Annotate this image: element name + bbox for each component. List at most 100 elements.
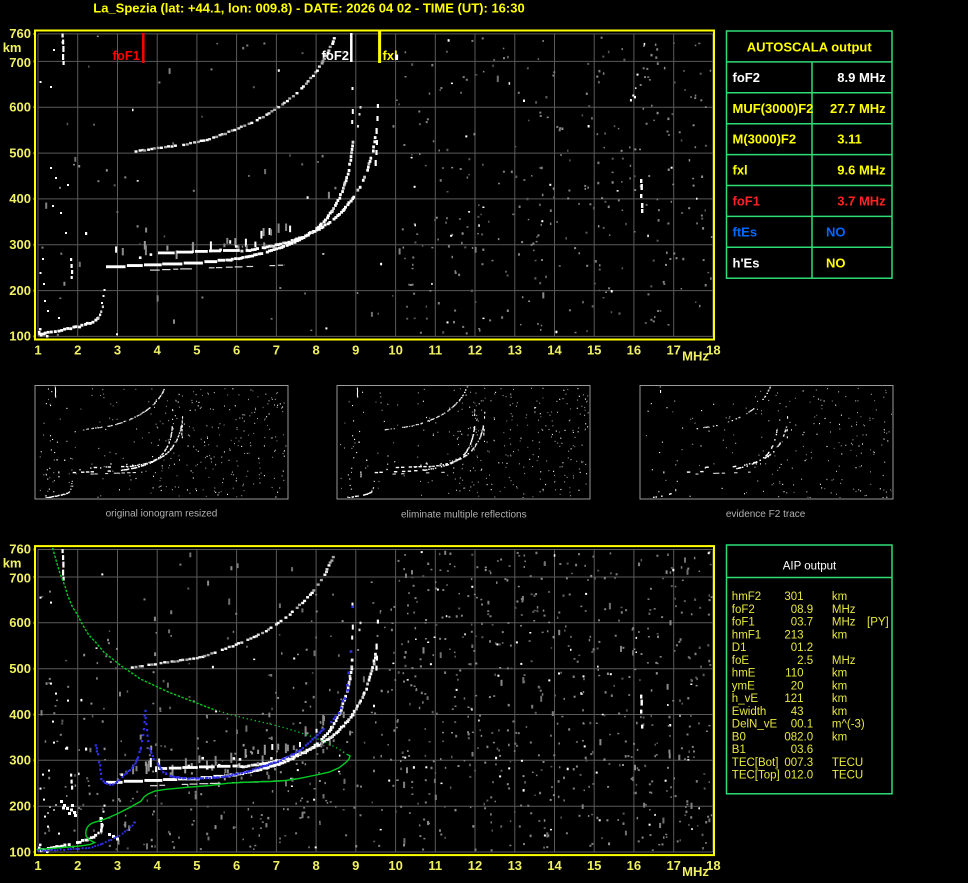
svg-text:hmF2: hmF2	[732, 591, 761, 603]
svg-text:10: 10	[388, 858, 402, 873]
svg-text:[PY]: [PY]	[867, 617, 889, 629]
svg-text:27: 27	[830, 101, 844, 116]
svg-text:M(3000)F2: M(3000)F2	[733, 132, 797, 147]
svg-text:13: 13	[508, 858, 522, 873]
svg-text:DelN_vE: DelN_vE	[732, 719, 778, 731]
svg-text:.0: .0	[804, 770, 814, 782]
svg-text:300: 300	[9, 753, 31, 768]
svg-text:11: 11	[428, 858, 442, 873]
svg-text:3: 3	[837, 132, 844, 147]
svg-text:TECU: TECU	[832, 770, 863, 782]
svg-text:.6: .6	[804, 744, 814, 756]
svg-text:1: 1	[34, 858, 41, 873]
svg-text:7: 7	[273, 343, 280, 358]
svg-text:TEC[Top]: TEC[Top]	[732, 770, 780, 782]
svg-text:16: 16	[627, 858, 641, 873]
svg-text:100: 100	[9, 844, 31, 859]
svg-text:43: 43	[791, 706, 804, 718]
svg-text:17: 17	[666, 343, 680, 358]
svg-text:500: 500	[9, 145, 31, 160]
svg-text:.3: .3	[804, 757, 814, 769]
svg-text:eliminate multiple reflections: eliminate multiple reflections	[401, 510, 527, 521]
svg-text:3: 3	[114, 858, 121, 873]
svg-text:km: km	[3, 556, 22, 571]
svg-text:MHz: MHz	[682, 349, 709, 364]
svg-text:km: km	[832, 591, 847, 603]
svg-text:300: 300	[9, 237, 31, 252]
svg-text:500: 500	[9, 661, 31, 676]
svg-text:100: 100	[9, 329, 31, 344]
svg-text:007: 007	[784, 757, 803, 769]
svg-text:20: 20	[791, 680, 804, 692]
svg-text:5: 5	[193, 343, 200, 358]
svg-text:foF1: foF1	[113, 48, 140, 63]
svg-text:11: 11	[428, 343, 442, 358]
svg-text:600: 600	[9, 615, 31, 630]
svg-text:9: 9	[352, 858, 359, 873]
svg-text:.1: .1	[804, 719, 814, 731]
svg-text:km: km	[832, 706, 847, 718]
svg-text:AIP output: AIP output	[783, 560, 837, 572]
svg-text:NO: NO	[826, 224, 846, 239]
svg-text:.7 MHz: .7 MHz	[845, 101, 887, 116]
svg-text:m^(-3): m^(-3)	[832, 719, 865, 731]
svg-text:.5: .5	[804, 655, 814, 667]
svg-text:400: 400	[9, 191, 31, 206]
svg-text:foF2: foF2	[733, 70, 760, 85]
svg-text:3: 3	[837, 194, 844, 209]
svg-text:7: 7	[273, 858, 280, 873]
svg-text:8: 8	[312, 858, 319, 873]
svg-text:.2: .2	[804, 642, 814, 654]
svg-text:12: 12	[468, 343, 482, 358]
svg-text:.11: .11	[845, 132, 862, 147]
svg-text:700: 700	[9, 571, 31, 586]
svg-text:5: 5	[193, 858, 200, 873]
svg-text:121: 121	[784, 693, 803, 705]
svg-text:evidence F2 trace: evidence F2 trace	[726, 509, 806, 520]
svg-text:3: 3	[114, 343, 121, 358]
svg-text:hmE: hmE	[732, 668, 756, 680]
svg-text:.9 MHz: .9 MHz	[845, 70, 887, 85]
svg-text:foE: foE	[732, 655, 750, 667]
svg-text:h_vE: h_vE	[732, 693, 759, 705]
svg-text:10: 10	[388, 343, 402, 358]
svg-text:8: 8	[837, 70, 844, 85]
svg-text:.7: .7	[804, 617, 814, 629]
svg-text:9: 9	[352, 343, 359, 358]
svg-text:1: 1	[34, 343, 41, 358]
svg-text:MHz: MHz	[832, 617, 856, 629]
svg-text:D1: D1	[732, 642, 747, 654]
svg-text:012: 012	[784, 770, 803, 782]
svg-text:km: km	[832, 680, 847, 692]
svg-text:km: km	[832, 668, 847, 680]
svg-text:4: 4	[154, 343, 162, 358]
svg-text:fxl: fxl	[383, 48, 398, 63]
svg-text:14: 14	[547, 858, 562, 873]
svg-text:AUTOSCALA output: AUTOSCALA output	[747, 39, 873, 54]
svg-text:TECU: TECU	[832, 757, 863, 769]
svg-text:03: 03	[791, 617, 804, 629]
svg-text:6: 6	[233, 858, 240, 873]
svg-text:13: 13	[508, 343, 522, 358]
svg-text:16: 16	[627, 343, 641, 358]
svg-text:fxl: fxl	[733, 163, 748, 178]
svg-text:600: 600	[9, 100, 31, 115]
svg-text:082: 082	[784, 731, 803, 743]
svg-text:B0: B0	[732, 731, 746, 743]
svg-text:.6 MHz: .6 MHz	[845, 163, 887, 178]
svg-text:400: 400	[9, 707, 31, 722]
svg-text:110: 110	[785, 668, 803, 680]
svg-text:15: 15	[587, 858, 601, 873]
svg-text:foF1: foF1	[733, 194, 760, 209]
svg-text:MHz: MHz	[682, 864, 709, 879]
svg-text:00: 00	[791, 719, 804, 731]
svg-text:foF2: foF2	[732, 604, 755, 616]
svg-text:12: 12	[468, 858, 482, 873]
svg-text:2: 2	[74, 343, 81, 358]
svg-text:301: 301	[784, 591, 803, 603]
svg-text:B1: B1	[732, 744, 746, 756]
svg-text:MHz: MHz	[832, 655, 856, 667]
svg-text:km: km	[832, 693, 847, 705]
svg-text:08: 08	[791, 604, 804, 616]
svg-text:.7 MHz: .7 MHz	[845, 194, 887, 209]
